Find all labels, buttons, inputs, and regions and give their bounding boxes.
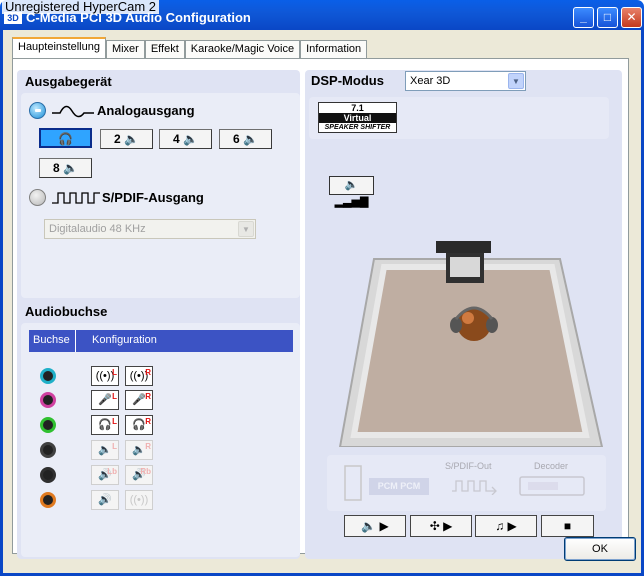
jack-connector-icon [40,392,56,408]
close-button[interactable]: ✕ [621,7,642,28]
test-music-button[interactable]: ♫ ▶ [475,515,537,537]
jack-config-right-button: ((•)) [125,490,153,510]
channel-tag: R [145,442,151,451]
tab-karaoke[interactable]: Karaoke/Magic Voice [184,40,301,58]
ok-button[interactable]: OK [564,537,636,561]
analogausgang-label: Analogausgang [97,103,195,118]
tab-panel: Ausgabegerät Analogausgang 🎧 2 🔈 4 🔈 6 🔈… [12,58,629,559]
audiobuchse-group [21,323,300,557]
dialog-window: Haupteinstellung Mixer Effekt Karaoke/Ma… [0,30,644,576]
tab-effekt[interactable]: Effekt [144,40,185,58]
test-speaker-button[interactable]: 🔈 ▶ [344,515,406,537]
jack-config-icon: 🔊 [98,494,112,506]
jack-config-icon: 🎤 [98,394,112,406]
decoder-device-icon [519,476,585,496]
speaker-headphone-button[interactable]: 🎧 [39,128,92,148]
digital-wave-icon [52,192,100,204]
badge-mid: Virtual [319,113,396,123]
channel-tag: R [145,392,151,401]
minimize-button[interactable]: _ [573,7,594,28]
speaker-4-button[interactable]: 4 🔈 [159,129,212,149]
pc-tower-icon [344,465,362,501]
jack-connector-icon [40,467,56,483]
speaker-2-button[interactable]: 2 🔈 [100,129,153,149]
badge-bottom: SPEAKER SHIFTER [324,124,391,131]
test-surround-button[interactable]: ✣ ▶ [410,515,472,537]
jack-connector-icon [40,417,56,433]
room-visualization [338,241,603,447]
spdif-radio[interactable] [29,189,46,206]
chevron-down-icon: ▼ [238,221,254,237]
jack-config-icon: 🎧 [132,419,146,431]
dsp-mode-select[interactable]: Xear 3D ▼ [405,71,526,91]
title-bar: 3D C-Media PCI 3D Audio Configuration _ … [0,0,644,30]
jack-config-right-button[interactable]: 🎤 R [125,390,153,410]
chevron-down-icon: ▼ [508,73,524,89]
header-divider [75,330,76,352]
channel-tag: L [112,417,117,426]
spdif-format-select: Digitalaudio 48 KHz ▼ [44,219,256,239]
dsp-modus-label: DSP-Modus [311,73,384,88]
tab-haupteinstellung[interactable]: Haupteinstellung [12,37,106,58]
analog-radio[interactable] [29,102,46,119]
spdif-out-label: S/PDIF-Out [445,461,492,471]
jack-config-icon: 🔈 [132,444,146,456]
tab-mixer[interactable]: Mixer [105,40,145,58]
channel-tag: L [112,392,117,401]
speaker-8-button[interactable]: 8 🔈 [39,158,92,178]
recorder-watermark: Unregistered HyperCam 2 [2,0,160,14]
jack-config-icon: 🎤 [132,394,146,406]
jack-config-left-button: 🔊 [91,490,119,510]
digital-signal-icon [452,480,497,495]
decoder-label: Decoder [534,461,569,471]
jack-connector-icon [40,442,56,458]
jack-config-right-button[interactable]: ((•)) R [125,366,153,386]
jack-connector-icon [40,368,56,384]
pcm-indicator: PCM PCM [369,478,429,495]
jack-config-icon: 🎧 [98,419,112,431]
maximize-button[interactable]: □ [597,7,618,28]
channel-tag: Lb [107,467,117,476]
stop-button[interactable]: ■ [541,515,594,537]
col-buchse: Buchse [33,334,70,346]
spdif-format-value: Digitalaudio 48 KHz [49,223,146,235]
channel-tag: Rb [140,467,151,476]
col-konfiguration: Konfiguration [92,334,157,346]
virtual-speaker-shifter-button[interactable]: 7.1 Virtual SPEAKER SHIFTER [318,102,397,133]
tab-strip: Haupteinstellung Mixer Effekt Karaoke/Ma… [12,37,368,58]
badge-top: 7.1 [351,103,364,113]
jack-connector-icon [40,492,56,508]
channel-tag: R [145,417,151,426]
tab-information[interactable]: Information [300,40,368,58]
jack-config-right-button: 🔈 R [125,440,153,460]
jack-config-left-button[interactable]: 🎧 L [91,415,119,435]
speaker-6-button[interactable]: 6 🔈 [219,129,272,149]
channel-tag: L [112,368,117,377]
audiobuchse-heading: Audiobuchse [25,304,108,319]
spdif-ausgang-label: S/PDIF-Ausgang [102,190,204,205]
jack-config-left-button: 🔊 Lb [91,465,119,485]
channel-tag: R [145,368,151,377]
dsp-mode-value: Xear 3D [410,75,451,87]
jack-config-left-button: 🔈 L [91,440,119,460]
jack-config-icon: ((•)) [129,494,149,506]
volume-button[interactable]: 🔈▂▃▅▇ [329,176,374,208]
jack-config-right-button[interactable]: 🎧 R [125,415,153,435]
channel-tag: L [112,442,117,451]
ausgabegeraet-heading: Ausgabegerät [25,74,112,89]
analog-wave-icon [52,105,94,118]
jack-config-left-button[interactable]: ((•)) L [91,366,119,386]
jack-config-right-button: 🔊 Rb [125,465,153,485]
jack-config-left-button[interactable]: 🎤 L [91,390,119,410]
jack-table-header: Buchse Konfiguration [29,330,293,352]
jack-config-icon: 🔈 [98,444,112,456]
